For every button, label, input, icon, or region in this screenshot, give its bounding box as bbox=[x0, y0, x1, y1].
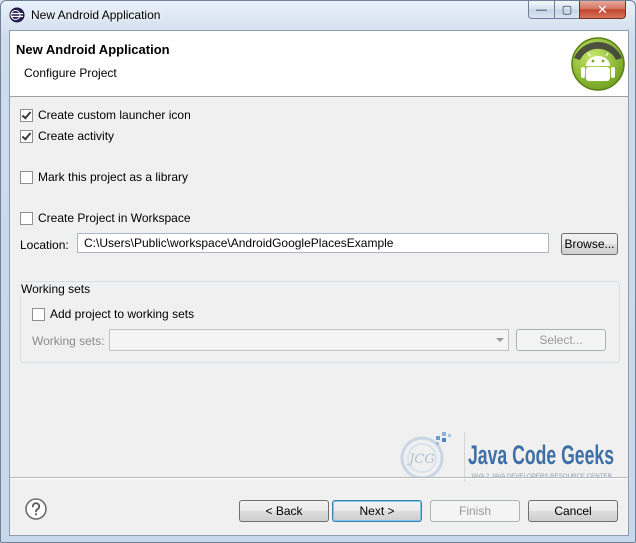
footer-separator bbox=[10, 477, 628, 478]
create-in-workspace-label: Create Project in Workspace bbox=[38, 211, 191, 225]
custom-launcher-icon-option[interactable]: Create custom launcher icon bbox=[20, 108, 191, 122]
chevron-down-icon bbox=[496, 338, 504, 342]
create-in-workspace-option[interactable]: Create Project in Workspace bbox=[20, 211, 191, 225]
close-icon: ✕ bbox=[597, 1, 608, 17]
browse-button[interactable]: Browse... bbox=[561, 233, 618, 255]
wizard-window: New Android Application — ▢ ✕ New Androi… bbox=[0, 0, 636, 543]
custom-launcher-icon-checkbox[interactable] bbox=[20, 108, 33, 122]
header-title: New Android Application bbox=[16, 42, 170, 57]
working-sets-legend: Working sets bbox=[20, 282, 92, 296]
maximize-button[interactable]: ▢ bbox=[554, 1, 580, 19]
next-button[interactable]: Next > bbox=[332, 500, 422, 522]
jcg-brand-text: Java Code Geeks bbox=[468, 440, 614, 470]
create-in-workspace-checkbox[interactable] bbox=[20, 211, 33, 225]
help-icon[interactable] bbox=[25, 498, 47, 520]
add-to-working-sets-option[interactable]: Add project to working sets bbox=[32, 307, 194, 321]
finish-button: Finish bbox=[430, 500, 520, 522]
maximize-icon: ▢ bbox=[561, 4, 573, 16]
minimize-icon: — bbox=[536, 3, 547, 16]
custom-launcher-icon-label: Create custom launcher icon bbox=[38, 108, 191, 122]
mark-library-option[interactable]: Mark this project as a library bbox=[20, 170, 188, 184]
location-input[interactable] bbox=[77, 233, 549, 253]
wizard-content: New Android Application Configure Projec… bbox=[9, 30, 629, 536]
mark-library-checkbox[interactable] bbox=[20, 170, 33, 184]
add-to-working-sets-checkbox[interactable] bbox=[32, 307, 45, 321]
back-button[interactable]: < Back bbox=[239, 500, 329, 522]
close-button[interactable]: ✕ bbox=[579, 1, 626, 19]
jcg-monogram: JCG bbox=[406, 452, 435, 467]
cancel-button[interactable]: Cancel bbox=[528, 500, 618, 522]
jcg-watermark-logo: JCG Java Code Geeks JAVA 2 JAVA DEVELOPE… bbox=[400, 432, 614, 482]
header-subtitle: Configure Project bbox=[24, 66, 117, 80]
create-activity-label: Create activity bbox=[38, 129, 115, 143]
title-bar[interactable]: New Android Application — ▢ ✕ bbox=[1, 1, 635, 30]
android-logo-icon bbox=[571, 37, 625, 91]
create-activity-option[interactable]: Create activity bbox=[20, 129, 114, 143]
window-title: New Android Application bbox=[31, 8, 161, 22]
location-label: Location: bbox=[20, 238, 69, 252]
wizard-header: New Android Application Configure Projec… bbox=[10, 31, 628, 97]
minimize-button[interactable]: — bbox=[528, 1, 555, 19]
add-to-working-sets-label: Add project to working sets bbox=[50, 307, 195, 321]
eclipse-icon bbox=[9, 7, 25, 23]
select-working-sets-button: Select... bbox=[516, 329, 606, 351]
mark-library-label: Mark this project as a library bbox=[38, 170, 189, 184]
working-sets-label: Working sets: bbox=[32, 334, 105, 348]
create-activity-checkbox[interactable] bbox=[20, 129, 33, 143]
working-sets-dropdown bbox=[109, 329, 509, 351]
